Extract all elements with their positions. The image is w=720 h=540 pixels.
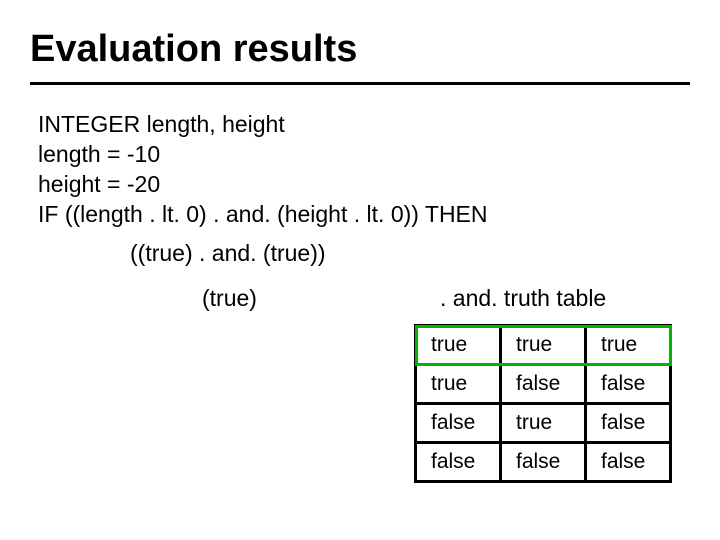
cell-b: true — [501, 326, 586, 365]
table-row: true true true — [416, 326, 671, 365]
truth-table-caption: . and. truth table — [440, 285, 606, 312]
cell-r: false — [586, 443, 671, 482]
cell-b: false — [501, 365, 586, 404]
cell-a: false — [416, 443, 501, 482]
cell-a: true — [416, 326, 501, 365]
cell-a: false — [416, 404, 501, 443]
cell-b: true — [501, 404, 586, 443]
cell-r: true — [586, 326, 671, 365]
code-line-2: length = -10 — [38, 140, 488, 170]
code-block: INTEGER length, height length = -10 heig… — [38, 110, 488, 230]
code-line-4: IF ((length . lt. 0) . and. (height . lt… — [38, 200, 488, 230]
cell-b: false — [501, 443, 586, 482]
slide-title: Evaluation results — [30, 28, 357, 71]
evaluation-step-1: ((true) . and. (true)) — [130, 240, 326, 267]
cell-a: true — [416, 365, 501, 404]
title-underline — [30, 82, 690, 85]
code-line-3: height = -20 — [38, 170, 488, 200]
cell-r: false — [586, 404, 671, 443]
evaluation-step-2: (true) — [202, 285, 257, 312]
cell-r: false — [586, 365, 671, 404]
table-row: true false false — [416, 365, 671, 404]
table-row: false false false — [416, 443, 671, 482]
code-line-1: INTEGER length, height — [38, 110, 488, 140]
slide: Evaluation results INTEGER length, heigh… — [0, 0, 720, 540]
table-row: false true false — [416, 404, 671, 443]
truth-table: true true true true false false false tr… — [414, 324, 672, 483]
